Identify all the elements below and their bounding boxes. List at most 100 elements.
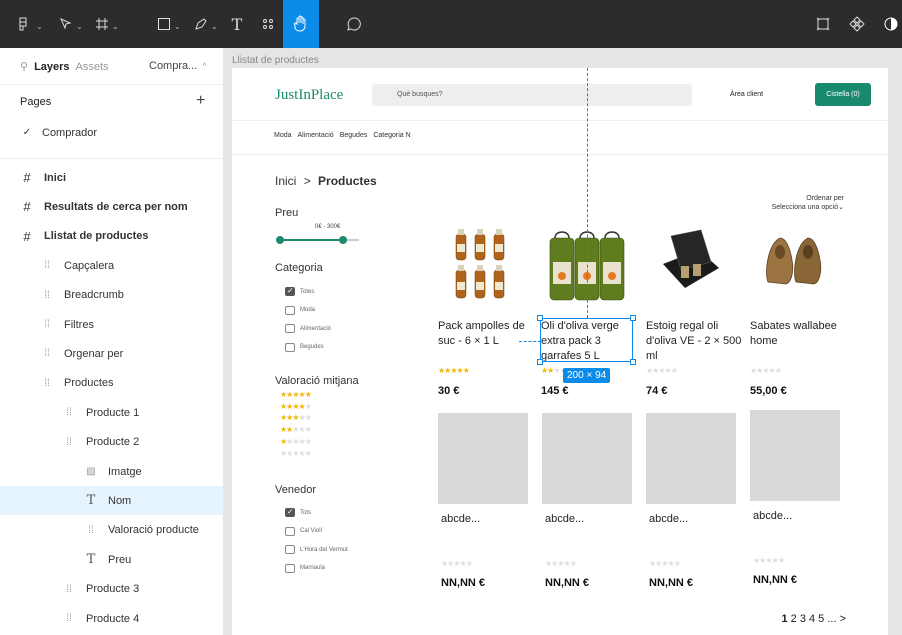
product-name[interactable]: abcde... (649, 512, 745, 527)
menu-item[interactable]: Moda (274, 132, 292, 139)
layer-row[interactable]: ⁞⁞ Capçalera (0, 251, 223, 280)
product-name[interactable]: Estoig regal oli d'oliva VE - 2 × 500 ml (646, 319, 742, 364)
layer-row[interactable]: # Resultats de cerca per nom (0, 192, 223, 221)
product-image-placeholder[interactable] (542, 413, 632, 504)
layer-row[interactable]: ⁞⁞ Orgenar per (0, 339, 223, 368)
rating-option[interactable]: ★★★★★ (280, 414, 312, 422)
layer-row[interactable]: ⁞⁞ Producte 1 (0, 398, 223, 427)
product-image-gift-box[interactable] (657, 226, 722, 304)
search-icon[interactable]: ⚲ (20, 60, 28, 73)
checkbox-box[interactable] (285, 305, 295, 315)
layer-row[interactable]: # Inici (0, 163, 223, 192)
checkbox-box[interactable] (285, 545, 295, 554)
price-slider-min-handle[interactable] (276, 236, 284, 244)
hand-icon (293, 15, 306, 32)
search-input[interactable]: Què busques? (372, 84, 692, 106)
layer-row[interactable]: ⁞⁞ Breadcrumb (0, 281, 223, 310)
checkbox-box[interactable] (285, 507, 295, 517)
product-image-placeholder[interactable] (750, 410, 840, 501)
comment-tool-button[interactable] (336, 0, 372, 48)
tab-layers[interactable]: Layers (34, 61, 69, 73)
sort-dropdown[interactable]: Ordenar per Selecciona una opció⌄ (772, 194, 844, 212)
menu-item[interactable]: Begudes (340, 132, 368, 139)
resize-handle[interactable] (537, 359, 543, 365)
shape-tool-button[interactable]: ⌄ (146, 0, 182, 48)
rating-option[interactable]: ★★★★★ (280, 449, 312, 458)
cart-button[interactable]: Cistella (0) (815, 83, 871, 106)
layer-row[interactable]: ⁞⁞ Valoració producte (0, 516, 223, 545)
components-button[interactable] (842, 0, 872, 48)
rating-option[interactable]: ★★★★★ (280, 437, 312, 446)
checkbox-box[interactable] (285, 526, 295, 536)
product-name[interactable]: abcde... (753, 509, 849, 524)
move-tool-button[interactable]: ⌄ (48, 0, 84, 48)
frame-label[interactable]: Llistat de productes (232, 55, 319, 66)
rating-option[interactable]: ★★★★★ (280, 401, 312, 411)
layer-row[interactable]: ⁞⁞ Filtres (0, 310, 223, 339)
checkbox-box[interactable] (285, 286, 295, 296)
resize-handle[interactable] (630, 359, 636, 365)
star-icon: ★ (304, 401, 312, 411)
present-button[interactable] (808, 0, 838, 48)
seller-checkbox[interactable]: Tots (285, 507, 311, 517)
frame-tool-button[interactable]: ⌄ (84, 0, 120, 48)
resize-handle[interactable] (537, 315, 543, 321)
layer-row[interactable]: ⁞⁞ Productes (0, 369, 223, 398)
product-image-shoes[interactable] (762, 228, 827, 288)
product-name[interactable]: Sabates wallabee home (750, 319, 846, 349)
product-image-juice-pack[interactable] (450, 226, 510, 302)
checkbox-label: Moda (300, 307, 316, 313)
product-name[interactable]: Pack ampolles de suc - 6 × 1 L (438, 319, 534, 349)
checkbox-box[interactable] (285, 563, 295, 573)
area-client-link[interactable]: Àrea client (730, 91, 763, 98)
category-checkbox[interactable]: Totes (285, 286, 314, 296)
rating-option[interactable]: ★★★★★ (280, 426, 312, 434)
seller-checkbox[interactable]: L'Hora del Vermut (285, 545, 348, 554)
checkbox-box[interactable] (285, 324, 295, 333)
price-slider-max-handle[interactable] (339, 236, 347, 244)
chevron-down-icon: ⌄ (174, 22, 181, 31)
panel-tabs: ⚲ Layers Assets (20, 60, 109, 74)
seller-checkbox[interactable]: Marnaula (285, 563, 326, 573)
pen-tool-button[interactable]: ⌄ (183, 0, 219, 48)
theme-toggle-button[interactable] (880, 0, 902, 48)
category-checkbox[interactable]: Begudes (285, 342, 324, 352)
layer-row[interactable]: ⁞⁞ Producte 2 (0, 428, 223, 457)
main-menu-button[interactable]: ⌄ (4, 0, 44, 48)
page-current[interactable]: 1 (781, 613, 787, 625)
breadcrumb-current: Productes (318, 174, 377, 188)
menu-item[interactable]: Alimentació (298, 132, 334, 139)
menu-item[interactable]: Categoria N (373, 132, 410, 139)
layer-row[interactable]: ▨ Imatge (0, 457, 223, 486)
product-image-placeholder[interactable] (646, 413, 736, 504)
layer-row[interactable]: T Preu (0, 545, 223, 574)
layer-row[interactable]: ⁞⁞ Producte 4 (0, 604, 223, 633)
rating-option[interactable]: ★★★★★ (280, 391, 312, 399)
star-icon: ★ (673, 559, 681, 568)
page-links[interactable]: 2 3 4 5 ... > (791, 613, 846, 625)
selection-box[interactable] (540, 318, 633, 362)
layer-row[interactable]: # Llistat de productes (0, 222, 223, 251)
seller-checkbox[interactable]: Cal Violí (285, 526, 322, 536)
category-checkbox[interactable]: Moda (285, 305, 316, 315)
breadcrumb-home[interactable]: Inici (275, 174, 296, 188)
page-item-comprador[interactable]: ✓ Comprador (0, 118, 223, 147)
resize-handle[interactable] (630, 315, 636, 321)
text-tool-button[interactable]: T (220, 0, 254, 48)
product-name[interactable]: abcde... (545, 512, 641, 527)
site-logo[interactable]: JustInPlace (275, 87, 343, 104)
checkbox-box[interactable] (285, 342, 295, 352)
layer-row[interactable]: ⁞⁞ Producte 3 (0, 575, 223, 604)
page-selector[interactable]: Compra... ^ (149, 60, 207, 72)
hand-tool-button[interactable] (283, 0, 319, 48)
layer-label: Orgenar per (64, 347, 124, 360)
add-page-button[interactable]: + (196, 92, 205, 110)
resources-tool-button[interactable] (252, 0, 284, 48)
product-name[interactable]: abcde... (441, 512, 537, 527)
category-checkbox[interactable]: Alimentació (285, 324, 331, 333)
layer-row[interactable]: T Nom (0, 486, 223, 516)
tab-assets[interactable]: Assets (76, 61, 109, 73)
frame-icon (96, 18, 108, 30)
checkbox-label: Marnaula (300, 565, 326, 571)
product-image-placeholder[interactable] (438, 413, 528, 504)
